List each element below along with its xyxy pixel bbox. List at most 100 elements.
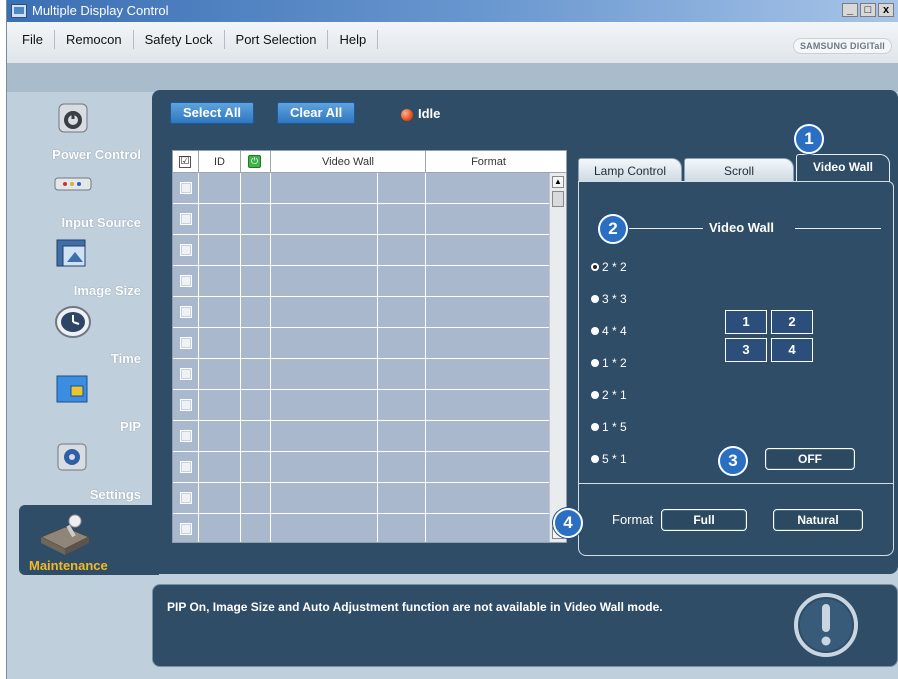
radio-1x2[interactable]: 1 * 2	[591, 356, 627, 370]
sidebar-item-maintenance[interactable]: Maintenance	[19, 505, 159, 575]
tab-video-wall[interactable]: Video Wall	[796, 154, 890, 182]
table-cell	[241, 204, 271, 234]
sidebar-item-label: Power Control	[52, 147, 141, 162]
table-row[interactable]	[173, 297, 550, 328]
table-cell	[241, 235, 271, 265]
preview-cell[interactable]: 3	[725, 338, 767, 362]
tab-lamp-control[interactable]: Lamp Control	[578, 158, 682, 182]
pip-icon	[56, 375, 88, 403]
sidebar-item-input-source[interactable]: Input Source	[13, 168, 149, 236]
sidebar-item-power-control[interactable]: Power Control	[13, 100, 149, 168]
radio-2x2[interactable]: 2 * 2	[591, 260, 627, 274]
row-checkbox[interactable]	[180, 244, 192, 256]
radio-2x1[interactable]: 2 * 1	[591, 388, 627, 402]
table-row[interactable]	[173, 421, 550, 452]
callout-badge-1: 1	[794, 124, 824, 154]
table-row[interactable]	[173, 483, 550, 514]
radio-1x5[interactable]: 1 * 5	[591, 420, 627, 434]
table-cell	[271, 328, 378, 358]
close-button[interactable]: x	[878, 3, 894, 17]
row-checkbox[interactable]	[180, 461, 192, 473]
sidebar-item-image-size[interactable]: Image Size	[13, 236, 149, 304]
table-cell	[378, 297, 426, 327]
header-id: ID	[199, 151, 241, 173]
grid-rows	[173, 173, 550, 542]
sidebar-item-label: Time	[110, 351, 141, 366]
header-stripe	[7, 64, 898, 92]
row-select-cell	[173, 173, 199, 203]
checkbox-icon: ☑	[179, 156, 191, 168]
table-row[interactable]	[173, 328, 550, 359]
table-row[interactable]	[173, 390, 550, 421]
table-cell	[199, 452, 241, 482]
table-row[interactable]	[173, 266, 550, 297]
format-natural-button[interactable]: Natural	[773, 509, 863, 531]
minimize-button[interactable]: _	[842, 3, 858, 17]
brand-logo: SAMSUNG DIGITall	[792, 38, 892, 54]
power-icon	[58, 103, 88, 133]
table-row[interactable]	[173, 235, 550, 266]
grid-scrollbar[interactable]: ▲ ▼	[549, 173, 566, 542]
row-checkbox[interactable]	[180, 306, 192, 318]
row-checkbox[interactable]	[180, 182, 192, 194]
row-checkbox[interactable]	[180, 399, 192, 411]
table-cell	[426, 421, 550, 451]
table-cell	[241, 266, 271, 296]
display-grid: ☑ ID ⏻ Video Wall Format ▲ ▼	[172, 150, 567, 543]
menu-port-selection[interactable]: Port Selection	[225, 30, 329, 49]
table-cell	[378, 483, 426, 513]
menu-safety-lock[interactable]: Safety Lock	[134, 30, 225, 49]
table-row[interactable]	[173, 359, 550, 390]
radio-5x1[interactable]: 5 * 1	[591, 452, 627, 466]
sidebar: Power Control Input Source Image Size Ti…	[7, 92, 159, 575]
preview-cell[interactable]: 1	[725, 310, 767, 334]
radio-icon	[591, 359, 599, 367]
row-checkbox[interactable]	[180, 213, 192, 225]
sidebar-item-settings[interactable]: Settings	[13, 440, 149, 508]
row-checkbox[interactable]	[180, 275, 192, 287]
clear-all-button[interactable]: Clear All	[277, 102, 356, 124]
row-select-cell	[173, 514, 199, 542]
header-select-all-checkbox[interactable]: ☑	[173, 151, 199, 173]
row-checkbox[interactable]	[180, 523, 192, 535]
table-row[interactable]	[173, 204, 550, 235]
table-cell	[378, 235, 426, 265]
table-row[interactable]	[173, 452, 550, 483]
table-cell	[241, 328, 271, 358]
row-checkbox[interactable]	[180, 337, 192, 349]
scroll-up-arrow-icon[interactable]: ▲	[552, 176, 564, 188]
tab-scroll[interactable]: Scroll	[684, 158, 794, 182]
callout-badge-2: 2	[598, 214, 628, 244]
callout-badge-4: 4	[553, 508, 583, 538]
radio-4x4[interactable]: 4 * 4	[591, 324, 627, 338]
scroll-thumb[interactable]	[552, 191, 564, 207]
table-cell	[378, 421, 426, 451]
row-checkbox[interactable]	[180, 430, 192, 442]
sidebar-item-time[interactable]: Time	[13, 304, 149, 372]
table-row[interactable]	[173, 514, 550, 542]
header-format: Format	[471, 156, 506, 168]
menu-remocon[interactable]: Remocon	[55, 30, 134, 49]
video-wall-toggle-button[interactable]: OFF	[765, 448, 855, 470]
preview-cell[interactable]: 2	[771, 310, 813, 334]
radio-3x3[interactable]: 3 * 3	[591, 292, 627, 306]
image-size-icon	[56, 239, 86, 267]
status-indicator-icon	[401, 109, 413, 121]
table-cell	[378, 173, 426, 203]
table-cell	[199, 204, 241, 234]
format-full-button[interactable]: Full	[661, 509, 747, 531]
message-box: PIP On, Image Size and Auto Adjustment f…	[152, 584, 898, 667]
sidebar-item-pip[interactable]: PIP	[13, 372, 149, 440]
row-checkbox[interactable]	[180, 368, 192, 380]
radio-label: 4 * 4	[602, 324, 627, 338]
table-cell	[426, 390, 550, 420]
preview-cell[interactable]: 4	[771, 338, 813, 362]
menu-help[interactable]: Help	[328, 30, 379, 49]
table-cell	[271, 421, 378, 451]
row-select-cell	[173, 421, 199, 451]
table-row[interactable]	[173, 173, 550, 204]
row-checkbox[interactable]	[180, 492, 192, 504]
maximize-button[interactable]: □	[860, 3, 876, 17]
menu-file[interactable]: File	[11, 30, 55, 49]
select-all-button[interactable]: Select All	[170, 102, 255, 124]
